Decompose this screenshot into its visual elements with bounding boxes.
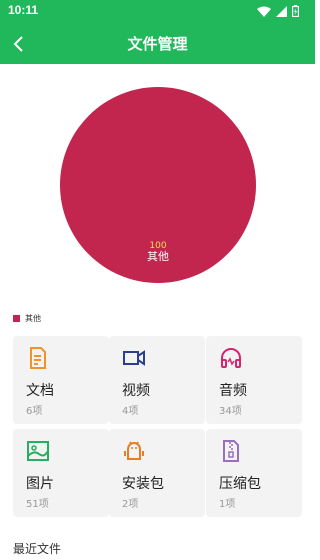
legend-swatch	[13, 315, 20, 322]
pie-chart: 100 其他	[0, 64, 315, 304]
headphones-icon	[219, 346, 243, 370]
signal-icon	[276, 5, 287, 17]
category-name: 音频	[219, 383, 247, 399]
app-bar: 文件管理	[0, 23, 315, 64]
category-card[interactable]: 文档 6项	[13, 336, 109, 424]
page-title: 文件管理	[127, 35, 188, 53]
status-bar: 10:11	[0, 0, 315, 23]
category-name: 安装包	[122, 476, 164, 492]
recent-files-heading: 最近文件	[13, 542, 62, 556]
document-icon	[26, 346, 50, 370]
wifi-icon	[257, 6, 271, 17]
category-card[interactable]: 安装包 2项	[109, 429, 205, 517]
category-count: 4项	[122, 406, 139, 417]
android-icon	[122, 439, 146, 463]
status-icons	[257, 4, 299, 18]
pie-slice-label: 其他	[147, 250, 169, 263]
battery-icon	[292, 5, 299, 17]
status-time: 10:11	[8, 3, 39, 17]
zip-icon	[219, 439, 243, 463]
category-count: 2项	[122, 499, 139, 510]
pie-chart-svg: 100其他	[60, 87, 256, 283]
image-icon	[26, 439, 50, 463]
category-count: 34项	[219, 406, 242, 417]
category-name: 图片	[26, 476, 54, 492]
video-icon	[122, 346, 146, 370]
category-card[interactable]: 视频 4项	[109, 336, 205, 424]
category-card[interactable]: 图片 51项	[13, 429, 109, 517]
category-count: 6项	[26, 406, 43, 417]
category-card[interactable]: 压缩包 1项	[206, 429, 302, 517]
category-name: 压缩包	[219, 476, 261, 492]
category-card[interactable]: 音频 34项	[206, 336, 302, 424]
category-name: 文档	[26, 383, 54, 399]
category-count: 1项	[219, 499, 236, 510]
category-count: 51项	[26, 499, 49, 510]
legend-label: 其他	[25, 314, 41, 323]
category-name: 视频	[122, 383, 150, 399]
chart-legend: 其他	[13, 313, 41, 324]
